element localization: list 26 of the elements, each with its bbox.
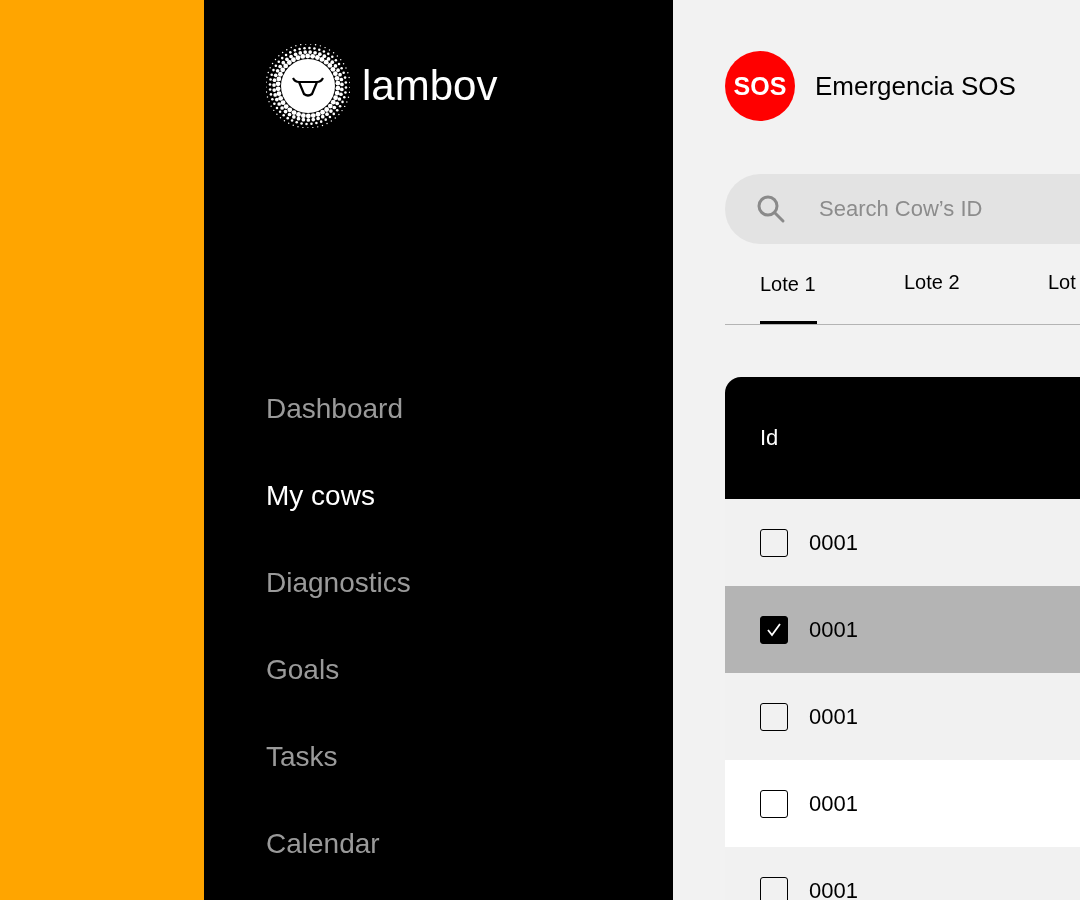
table-cell: 0001 <box>809 877 858 900</box>
checkbox[interactable] <box>760 789 788 818</box>
checkbox[interactable] <box>760 615 788 644</box>
table-cell: 0001 <box>809 790 858 817</box>
nav-item[interactable]: Diagnostics <box>266 565 411 600</box>
nav-item[interactable]: Tasks <box>266 739 338 774</box>
brand-name: lambov <box>362 62 498 110</box>
checkbox[interactable] <box>760 702 788 731</box>
nav-item[interactable]: My cows <box>266 478 375 513</box>
tab[interactable]: Lot <box>1013 244 1080 324</box>
table-cell: 0001 <box>809 616 858 643</box>
nav-item[interactable]: Calendar <box>266 826 380 861</box>
nav-item[interactable]: Dashboard <box>266 391 403 426</box>
table-cell: 0001 <box>809 529 858 556</box>
tab[interactable]: Lote 2 <box>869 244 1013 324</box>
table-row[interactable]: 0001 <box>725 586 1080 673</box>
sos-button[interactable]: SOS <box>725 51 795 121</box>
column-header: Id <box>760 425 779 451</box>
sos-label: Emergencia SOS <box>815 70 1016 102</box>
checkbox[interactable] <box>760 528 788 557</box>
bull-head-logo-icon <box>266 44 350 128</box>
table-cell: 0001 <box>809 703 858 730</box>
search-field[interactable]: Search Cow’s ID <box>725 174 1080 244</box>
checkbox[interactable] <box>760 876 788 900</box>
table-row[interactable]: 0001 <box>725 760 1080 847</box>
nav-item[interactable]: Goals <box>266 652 340 687</box>
